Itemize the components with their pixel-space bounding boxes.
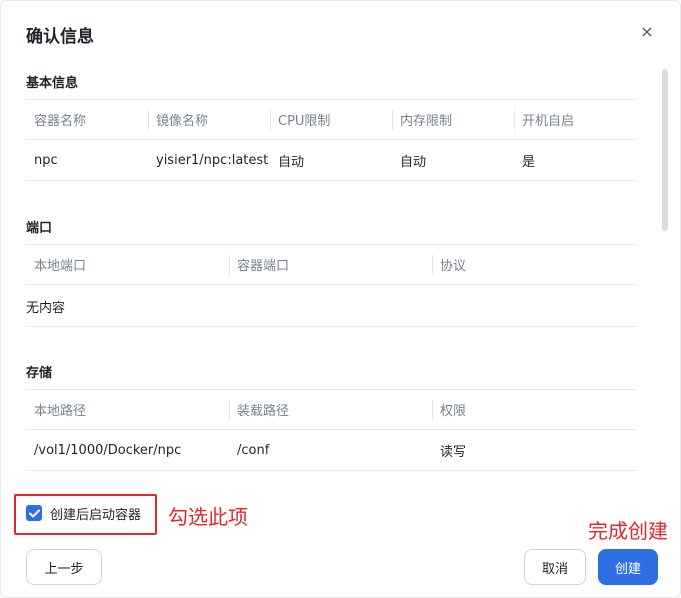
column-header: 容器名称 (34, 114, 87, 129)
section-title-ports: 端口 (26, 221, 53, 236)
table-header-row: 容器名称 镜像名称 CPU限制 内存限制 开机自启 (26, 99, 636, 140)
column-header: 本地端口 (34, 259, 87, 274)
column-header: 协议 (432, 245, 636, 284)
mount-path-cell: /conf (237, 442, 270, 458)
image-name-cell: yisier1/npc:latest (156, 152, 269, 168)
autostart-cell: 是 (522, 154, 536, 170)
local-path-cell: /vol1/1000/Docker/npc (34, 442, 182, 458)
confirm-dialog: 确认信息 × 基本信息 容器名称 镜像名称 CPU限制 内存限制 开机自启 np… (0, 0, 681, 598)
column-header: 开机自启 (514, 100, 636, 139)
section-title-basic: 基本信息 (26, 76, 79, 91)
start-after-create-label[interactable]: 创建后启动容器 (50, 504, 141, 523)
column-header: 装载路径 (229, 390, 432, 429)
memory-limit-cell: 自动 (400, 154, 427, 170)
column-header: 镜像名称 (148, 100, 270, 139)
check-icon (28, 509, 40, 517)
previous-step-button[interactable]: 上一步 (26, 549, 102, 585)
scrollbar-thumb[interactable] (662, 69, 668, 231)
close-icon[interactable]: × (637, 22, 657, 42)
annotation-finish-hint: 完成创建 (588, 519, 668, 543)
section-title-storage: 存储 (26, 366, 53, 381)
annotation-check-hint: 勾选此项 (168, 505, 248, 529)
column-header: 本地路径 (34, 404, 87, 419)
ports-table: 本地端口 容器端口 协议 (26, 244, 636, 285)
permission-cell: 读写 (440, 444, 467, 460)
column-header: 内存限制 (392, 100, 514, 139)
ports-empty-text: 无内容 (26, 301, 66, 316)
cancel-button[interactable]: 取消 (524, 549, 586, 585)
table-row: npc yisier1/npc:latest 自动 自动 是 (26, 140, 636, 181)
dialog-title: 确认信息 (26, 27, 94, 47)
table-header-row: 本地路径 装载路径 权限 (26, 389, 636, 430)
column-header: 权限 (432, 390, 636, 429)
storage-table: 本地路径 装载路径 权限 /vol1/1000/Docker/npc /conf… (26, 389, 636, 471)
table-header-row: 本地端口 容器端口 协议 (26, 244, 636, 285)
basic-info-table: 容器名称 镜像名称 CPU限制 内存限制 开机自启 npc yisier1/np… (26, 99, 636, 181)
divider (26, 326, 636, 327)
column-header: CPU限制 (270, 100, 392, 139)
start-after-create-checkbox[interactable] (26, 505, 42, 521)
cpu-limit-cell: 自动 (278, 154, 305, 170)
table-row: /vol1/1000/Docker/npc /conf 读写 (26, 430, 636, 471)
container-name-cell: npc (34, 152, 58, 168)
column-header: 容器端口 (229, 245, 432, 284)
create-button[interactable]: 创建 (598, 549, 658, 585)
